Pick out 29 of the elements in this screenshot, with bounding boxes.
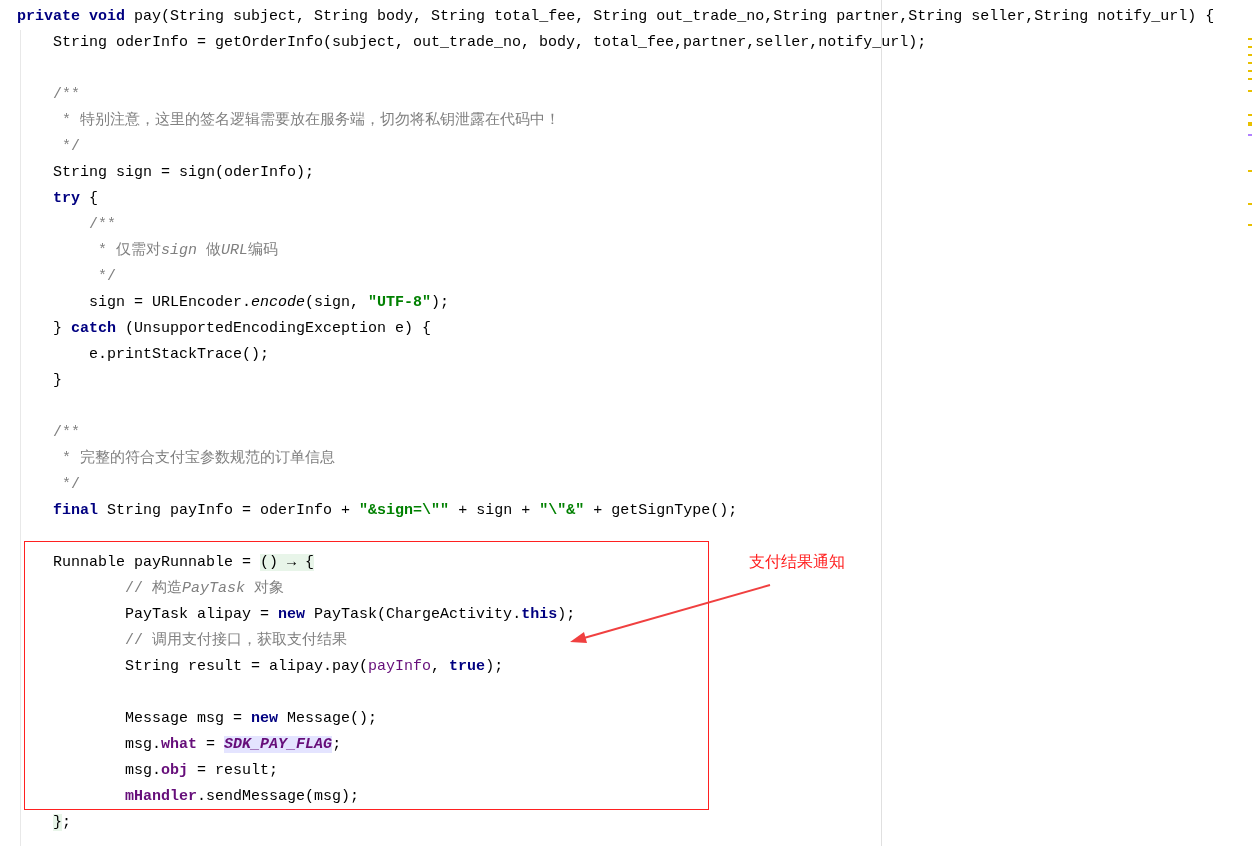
code-line: PayTask alipay = new PayTask(ChargeActivity.this); (124, 605, 576, 625)
code-line: /** (52, 85, 81, 105)
code-line: * 完整的符合支付宝参数规范的订单信息 (61, 448, 336, 469)
code-line: /** (88, 215, 117, 235)
code-line: } catch (UnsupportedEncodingException e) { (52, 319, 432, 339)
code-line: }; (52, 813, 72, 833)
code-line: String result = alipay.pay(payInfo, true); (124, 657, 504, 677)
code-line: e.printStackTrace(); (88, 345, 270, 365)
code-line: try { (52, 189, 99, 209)
code-line: * 仅需对sign 做URL编码 (97, 240, 279, 261)
annotation-label: 支付结果通知 (749, 552, 845, 572)
code-line: msg.what = SDK_PAY_FLAG; (124, 735, 342, 755)
code-line: msg.obj = result; (124, 761, 279, 781)
code-line: private void pay(String subject, String body, String total_fee, String out_trade_no,String partner,String seller,String notify_url) { (17, 7, 1215, 27)
code-line: final String payInfo = oderInfo + "&sign=\"" + sign + "\"&" + getSignType(); (52, 501, 738, 521)
code-line: String sign = sign(oderInfo); (52, 163, 315, 183)
code-line: */ (61, 475, 81, 495)
code-line: */ (61, 137, 81, 157)
code-line: /** (52, 423, 81, 443)
code-line: Runnable payRunnable = () → { (52, 553, 315, 573)
code-line: } (52, 371, 63, 391)
code-line: */ (97, 267, 117, 287)
code-line: * 特别注意，这里的签名逻辑需要放在服务端，切勿将私钥泄露在代码中！ (61, 110, 561, 131)
code-line: mHandler.sendMessage(msg); (124, 787, 360, 807)
code-line: sign = URLEncoder.encode(sign, "UTF-8"); (88, 293, 450, 313)
code-line: // 构造PayTask 对象 (124, 578, 285, 599)
code-line: String oderInfo = getOrderInfo(subject, out_trade_no, body, total_fee,partner,seller,notify_url); (52, 33, 927, 53)
code-line: // 调用支付接口，获取支付结果 (124, 630, 348, 651)
code-line: Message msg = new Message(); (124, 709, 378, 729)
